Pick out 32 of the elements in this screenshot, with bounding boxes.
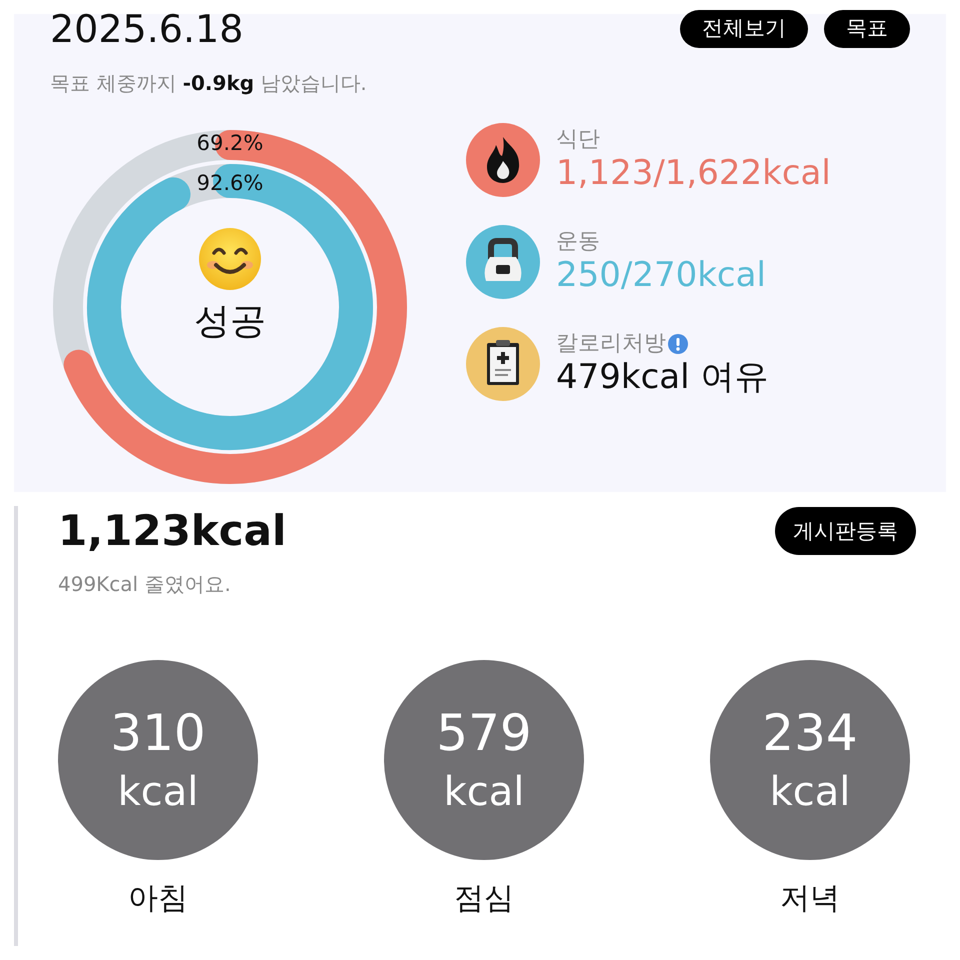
- calorie-unit: kcal: [770, 768, 850, 816]
- stat-value: 1,123/1,622kcal: [556, 153, 831, 193]
- date-text: 2025.6.18: [50, 10, 244, 48]
- calorie-unit: kcal: [118, 768, 198, 816]
- meal-label: 저녁: [780, 880, 840, 918]
- total-calories: 1,123kcal: [58, 506, 286, 555]
- clipboard-icon: [466, 327, 540, 401]
- kettlebell-icon: [466, 225, 540, 299]
- stat-label: 식단: [556, 127, 600, 153]
- view-all-button[interactable]: 전체보기: [680, 10, 808, 48]
- calorie-unit: kcal: [444, 768, 524, 816]
- meal-label: 아침: [128, 880, 188, 918]
- reduction-note: 499Kcal 줄였어요.: [58, 571, 232, 598]
- stat-value: 250/270kcal: [556, 255, 766, 295]
- meal-calorie-circle[interactable]: 310 kcal: [58, 660, 258, 860]
- status-text: 성공: [194, 300, 266, 344]
- percent-label: 69.2%: [196, 131, 264, 155]
- goal-message: 목표 체중까지 -0.9kg 남았습니다.: [50, 70, 368, 97]
- board-post-button[interactable]: 게시판등록: [775, 506, 916, 554]
- smiley-icon: [198, 227, 262, 291]
- meal-calorie-circle[interactable]: 579 kcal: [384, 660, 584, 860]
- meal-calorie-circle[interactable]: 234 kcal: [710, 660, 910, 860]
- calorie-value: 310: [110, 704, 206, 762]
- stat-value: 479kcal 여유: [556, 357, 768, 397]
- flame-icon: [466, 123, 540, 197]
- stat-label: 칼로리처방: [556, 331, 666, 357]
- calorie-value: 234: [762, 704, 858, 762]
- goal-button[interactable]: 목표: [824, 10, 910, 48]
- stat-label: 운동: [556, 229, 600, 255]
- alert-icon[interactable]: [668, 334, 688, 354]
- calorie-value: 579: [436, 704, 532, 762]
- meal-label: 점심: [454, 880, 514, 918]
